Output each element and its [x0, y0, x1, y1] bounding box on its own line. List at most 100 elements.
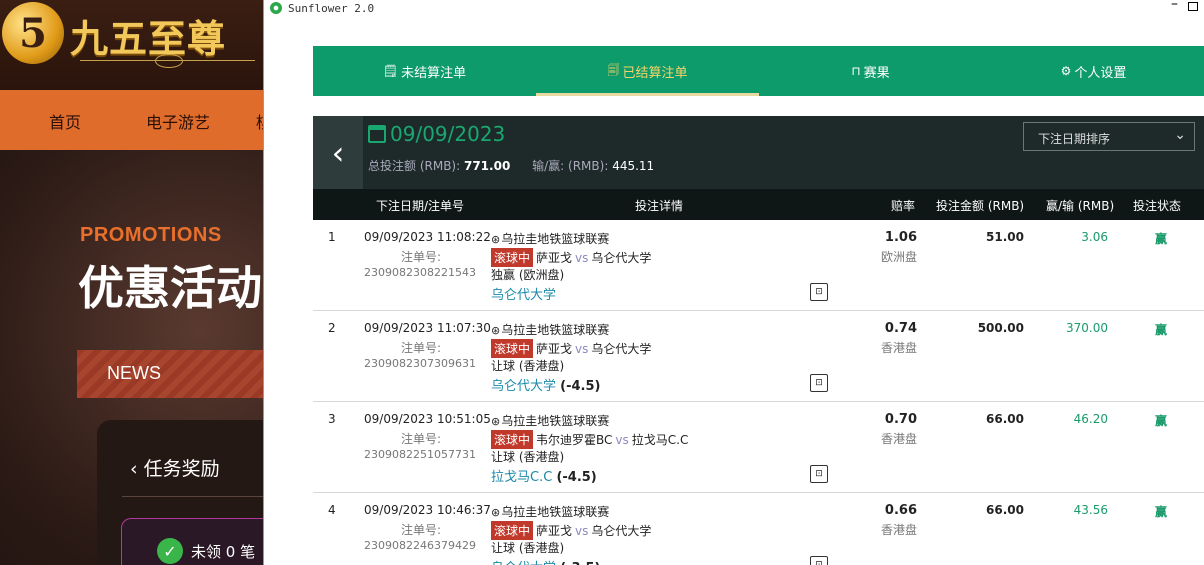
- header-date-id: 下注日期/注单号: [376, 199, 465, 213]
- basketball-icon: ⊛: [491, 506, 501, 519]
- divider: [122, 496, 265, 497]
- odds-value: 1.06: [884, 230, 917, 245]
- receipt-icon[interactable]: ⊡: [810, 374, 828, 392]
- league-name: ⊛乌拉圭地铁篮球联赛: [491, 323, 610, 337]
- site-header: 5 九五至尊: [0, 0, 265, 90]
- odds-type: 欧洲盘: [880, 250, 917, 264]
- logo-text: 九五至尊: [70, 16, 227, 61]
- live-badge: 滚球中: [491, 521, 534, 540]
- table-row: 4 09/09/2023 10:46:37 注单号: 2309082246379429…: [313, 493, 1204, 565]
- settings-icon: ⚙: [1060, 64, 1072, 78]
- receipt-icon[interactable]: ⊡: [810, 465, 828, 483]
- nav-home[interactable]: 首页: [49, 109, 81, 133]
- news-label: NEWS: [107, 363, 161, 383]
- live-badge: 滚球中: [491, 430, 534, 449]
- news-banner[interactable]: NEWS: [77, 350, 265, 398]
- ticket-icon: 🗒: [382, 64, 399, 78]
- window-title: Sunflower 2.0: [288, 1, 375, 15]
- summary-panel: ‹ 09/09/2023 总投注额 (RMB): 771.00 输/赢: (RM…: [313, 116, 1204, 189]
- match-line: 滚球中 萨亚戈 vs 乌仑代大学: [491, 248, 651, 267]
- tab-settings[interactable]: ⚙ 个人设置: [982, 46, 1204, 96]
- bet-pick: 拉戈马C.C (-4.5): [491, 470, 597, 485]
- header-winloss: 赢/输 (RMB): [1046, 199, 1115, 213]
- chevron-left-icon: ‹: [130, 458, 144, 480]
- nav-slots[interactable]: 电子游艺: [146, 109, 210, 133]
- handicap: (-4.5): [556, 470, 597, 485]
- away-team: 乌仑代大学: [591, 342, 652, 356]
- order-id: 2309082246379429: [364, 539, 476, 552]
- task-unclaimed: 未领 0 笔: [191, 543, 256, 561]
- back-button[interactable]: ‹: [313, 116, 363, 189]
- tab-results[interactable]: ⊓ 赛果: [759, 46, 982, 96]
- handicap: (-4.5): [560, 379, 601, 394]
- odds-value: 0.74: [884, 321, 917, 336]
- bet-pick: 乌仑代大学: [491, 288, 557, 303]
- receipt-icon[interactable]: ⊡: [810, 283, 828, 301]
- bet-status: 赢: [1154, 505, 1167, 519]
- receipt-icon[interactable]: ⊡: [810, 556, 828, 565]
- match-line: 滚球中 萨亚戈 vs 乌仑代大学: [491, 521, 651, 540]
- sort-select[interactable]: 下注日期排序 ⌄: [1023, 122, 1195, 151]
- maximize-button[interactable]: [1188, 2, 1198, 11]
- bet-type: 让球 (香港盘): [491, 450, 565, 464]
- date-heading: 09/09/2023: [368, 122, 505, 146]
- minimize-button[interactable]: –: [1171, 0, 1178, 12]
- calendar-icon: [368, 125, 386, 143]
- site-nav: 首页 电子游艺 棋: [0, 90, 265, 150]
- header-status: 投注状态: [1133, 199, 1182, 213]
- tab-bar: 🗒 未结算注单 🗐 已结算注单 ⊓ 赛果 ⚙ 个人设置: [313, 46, 1204, 96]
- basketball-icon: ⊛: [491, 233, 501, 246]
- promotions-label: PROMOTIONS: [80, 224, 222, 246]
- vs-label: vs: [575, 341, 589, 356]
- bet-type: 独赢 (欧洲盘): [491, 268, 565, 282]
- row-number: 2: [328, 321, 336, 335]
- winloss-amount: 3.06: [1081, 230, 1108, 244]
- odds-value: 0.70: [884, 412, 917, 427]
- chevron-down-icon: ⌄: [1174, 127, 1186, 143]
- bet-pick: 乌仑代大学 (-3.5): [491, 557, 600, 565]
- totals: 总投注额 (RMB): 771.00 输/赢: (RMB): 445.11: [368, 159, 655, 173]
- total-stake: 771.00: [463, 159, 511, 173]
- vs-label: vs: [575, 250, 589, 265]
- order-label: 注单号:: [401, 432, 442, 446]
- tab-settled[interactable]: 🗐 已结算注单: [536, 46, 759, 96]
- vs-label: vs: [615, 432, 629, 447]
- table-row: 2 09/09/2023 11:07:30 注单号: 2309082307309631…: [313, 311, 1204, 402]
- bet-pick: 乌仑代大学 (-4.5): [491, 379, 601, 394]
- order-id: 2309082308221543: [364, 266, 476, 279]
- check-icon: ✓: [157, 538, 183, 564]
- odds-type: 香港盘: [880, 432, 917, 446]
- settled-icon: 🗐: [607, 62, 620, 77]
- bet-status: 赢: [1154, 323, 1167, 337]
- stake-amount: 66.00: [986, 503, 1024, 517]
- away-team: 乌仑代大学: [591, 251, 652, 265]
- home-team: 萨亚戈: [536, 251, 573, 265]
- winloss-amount: 370.00: [1066, 321, 1108, 335]
- table-row: 1 09/09/2023 11:08:22 注单号: 2309082308221543…: [313, 220, 1204, 311]
- odds-value: 0.66: [884, 503, 917, 518]
- bet-datetime: 09/09/2023 10:46:37: [364, 503, 491, 517]
- bet-type: 让球 (香港盘): [491, 541, 565, 555]
- header-odds: 赔率: [891, 199, 916, 213]
- order-label: 注单号:: [401, 341, 442, 355]
- home-team: 韦尔迪罗霍BC: [536, 433, 613, 447]
- live-badge: 滚球中: [491, 339, 534, 358]
- home-team: 萨亚戈: [536, 342, 573, 356]
- basketball-icon: ⊛: [491, 415, 501, 428]
- task-title[interactable]: ‹ 任务奖励: [130, 454, 220, 481]
- app-icon: [270, 2, 282, 14]
- header-stake: 投注金额 (RMB): [936, 199, 1025, 213]
- total-winloss: 445.11: [612, 159, 655, 173]
- app-window: Sunflower 2.0 – 🗒 未结算注单 🗐 已结算注单 ⊓ 赛果 ⚙ 个人设置 …: [263, 0, 1204, 565]
- odds-type: 香港盘: [880, 341, 917, 355]
- bet-status: 赢: [1154, 414, 1167, 428]
- bet-type: 让球 (香港盘): [491, 359, 565, 373]
- chevron-left-icon: ‹: [331, 133, 345, 172]
- away-team: 拉戈马C.C: [631, 433, 689, 447]
- match-line: 滚球中 萨亚戈 vs 乌仑代大学: [491, 339, 651, 358]
- row-number: 3: [328, 412, 336, 426]
- stake-amount: 500.00: [977, 321, 1024, 335]
- bet-datetime: 09/09/2023 11:07:30: [364, 321, 491, 335]
- winloss-amount: 46.20: [1073, 412, 1108, 426]
- tab-unsettled[interactable]: 🗒 未结算注单: [313, 46, 536, 96]
